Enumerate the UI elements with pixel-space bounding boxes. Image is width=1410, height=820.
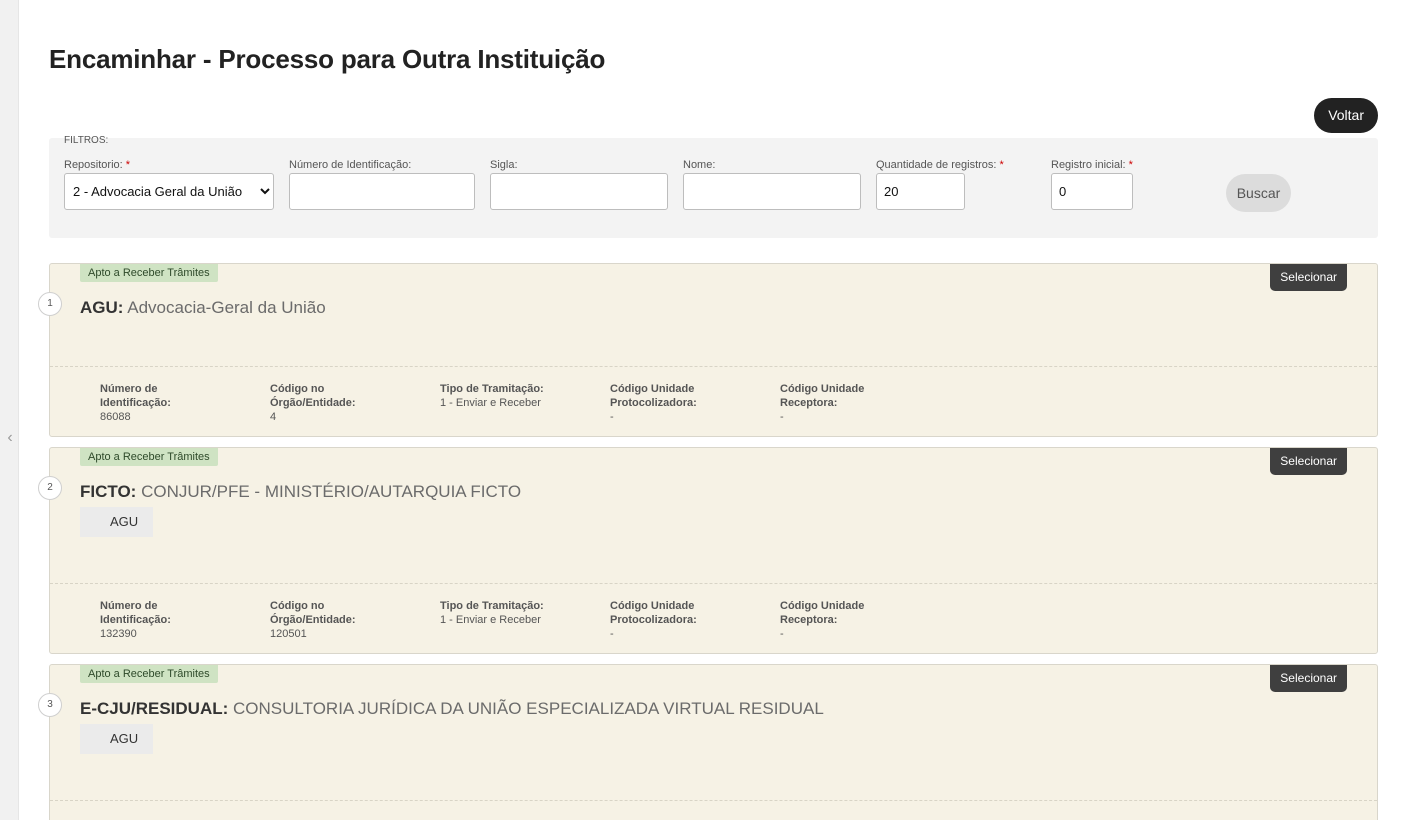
org-sigla: E-CJU/RESIDUAL:	[80, 699, 229, 718]
sigla-input[interactable]	[490, 173, 668, 210]
detail-numero: Número de Identificação: 132390	[100, 600, 171, 640]
quantidade-label: Quantidade de registros: *	[876, 159, 1004, 171]
org-name: CONSULTORIA JURÍDICA DA UNIÃO ESPECIALIZ…	[233, 699, 824, 718]
org-title: FICTO: CONJUR/PFE - MINISTÉRIO/AUTARQUIA…	[80, 482, 521, 502]
detail-codigo: Código no Órgão/Entidade: 120501	[270, 600, 356, 640]
org-sigla: FICTO:	[80, 482, 137, 501]
detail-receptora: Código Unidade Receptora: -	[780, 383, 865, 423]
detail-codigo: Código no Órgão/Entidade: 4	[270, 383, 356, 423]
registro-inicial-label: Registro inicial: *	[1051, 159, 1133, 171]
numero-field: Número de Identificação:	[289, 159, 475, 210]
detail-receptora: Código Unidade Receptora: -	[780, 600, 865, 640]
nome-label: Nome:	[683, 159, 716, 171]
parent-org-chip: AGU	[80, 724, 153, 754]
status-badge: Apto a Receber Trâmites	[80, 448, 218, 466]
numero-input[interactable]	[289, 173, 475, 210]
parent-org-chip: AGU	[80, 507, 153, 537]
nome-field: Nome:	[683, 159, 861, 210]
detail-protocolizadora: Código Unidade Protocolizadora: -	[610, 600, 697, 640]
select-button[interactable]: Selecionar	[1270, 448, 1347, 475]
org-name: Advocacia-Geral da União	[127, 298, 326, 317]
select-button[interactable]: Selecionar	[1270, 264, 1347, 291]
select-button[interactable]: Selecionar	[1270, 665, 1347, 692]
org-title: E-CJU/RESIDUAL: CONSULTORIA JURÍDICA DA …	[80, 699, 824, 719]
quantidade-input[interactable]	[876, 173, 965, 210]
repositorio-select[interactable]: 2 - Advocacia Geral da União	[64, 173, 274, 210]
repositorio-field: Repositorio: * 2 - Advocacia Geral da Un…	[64, 159, 274, 210]
page-title: Encaminhar - Processo para Outra Institu…	[49, 44, 606, 74]
card-divider	[50, 800, 1377, 801]
sigla-field: Sigla:	[490, 159, 668, 210]
card-divider	[50, 583, 1377, 584]
registro-inicial-input[interactable]	[1051, 173, 1133, 210]
nome-input[interactable]	[683, 173, 861, 210]
result-index: 1	[38, 292, 62, 316]
org-name: CONJUR/PFE - MINISTÉRIO/AUTARQUIA FICTO	[141, 482, 522, 501]
status-badge: Apto a Receber Trâmites	[80, 264, 218, 282]
result-index: 3	[38, 693, 62, 717]
repositorio-label: Repositorio: *	[64, 159, 131, 171]
card-divider	[50, 366, 1377, 367]
result-card: Apto a Receber Trâmites Selecionar 3 E-C…	[38, 664, 1378, 820]
left-rail: ‹	[0, 0, 19, 820]
detail-numero: Número de Identificação: 86088	[100, 383, 171, 423]
detail-tipo: Tipo de Tramitação: 1 - Enviar e Receber	[440, 600, 544, 626]
registro-inicial-field: Registro inicial: *	[1051, 159, 1133, 210]
org-title: AGU: Advocacia-Geral da União	[80, 298, 326, 318]
filters-section-label: FILTROS:	[64, 135, 109, 146]
numero-label: Número de Identificação:	[289, 159, 412, 171]
quantidade-field: Quantidade de registros: *	[876, 159, 1004, 210]
status-badge: Apto a Receber Trâmites	[80, 665, 218, 683]
result-card: Apto a Receber Trâmites Selecionar 1 AGU…	[38, 263, 1378, 437]
result-index: 2	[38, 476, 62, 500]
collapse-chevron-icon[interactable]: ‹	[4, 428, 16, 448]
result-card: Apto a Receber Trâmites Selecionar 2 FIC…	[38, 447, 1378, 654]
detail-protocolizadora: Código Unidade Protocolizadora: -	[610, 383, 697, 423]
sigla-label: Sigla:	[490, 159, 518, 171]
org-sigla: AGU:	[80, 298, 124, 317]
back-button[interactable]: Voltar	[1314, 98, 1378, 133]
filters-panel: FILTROS: Repositorio: * 2 - Advocacia Ge…	[49, 135, 1378, 238]
detail-tipo: Tipo de Tramitação: 1 - Enviar e Receber	[440, 383, 544, 409]
search-button[interactable]: Buscar	[1226, 174, 1291, 212]
main-content: Encaminhar - Processo para Outra Institu…	[38, 0, 1378, 820]
